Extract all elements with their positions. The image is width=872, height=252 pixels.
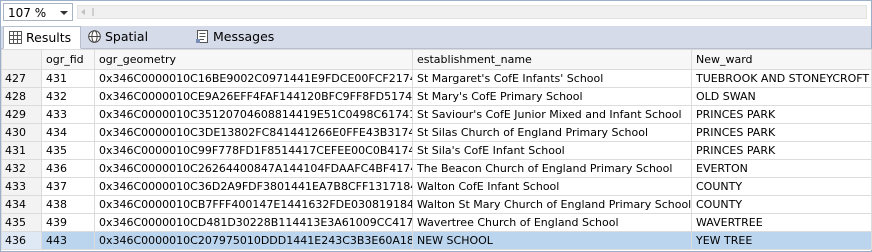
row-number[interactable]: 431	[1, 141, 42, 160]
table-row[interactable]: 427 431 0x346C0000010C16BE9002C0971441E9…	[1, 69, 872, 88]
tab-results-label: Results	[26, 30, 72, 45]
table-row[interactable]: 428 432 0x346C0000010CE9A26EFF4FAF144120…	[1, 87, 872, 106]
column-header-ogr-fid[interactable]: ogr_fid	[41, 49, 95, 70]
cell-new-ward[interactable]: PRINCES PARK	[691, 105, 872, 124]
zoom-value: 107 %	[8, 6, 47, 20]
tab-spatial-results[interactable]: Spatial results	[83, 26, 189, 66]
table-row[interactable]: 434 438 0x346C0000010CB7FFF400147E144163…	[1, 195, 872, 214]
row-number[interactable]: 429	[1, 105, 42, 124]
cell-ogr-geometry[interactable]: 0x346C0000010C16BE9002C0971441E9FDCE00FC…	[94, 69, 413, 88]
zoom-dropdown[interactable]: 107 %	[3, 3, 73, 21]
cell-new-ward[interactable]: COUNTY	[691, 177, 872, 196]
cell-ogr-fid[interactable]: 436	[41, 159, 95, 178]
table-row[interactable]: 431 435 0x346C0000010C99F778FD1F8514417C…	[1, 141, 872, 160]
cell-ogr-fid[interactable]: 434	[41, 123, 95, 142]
cell-ogr-fid[interactable]: 443	[41, 231, 95, 250]
cell-ogr-fid[interactable]: 432	[41, 87, 95, 106]
row-number-header[interactable]	[1, 49, 42, 70]
cell-new-ward[interactable]: YEW TREE	[691, 231, 872, 250]
cell-ogr-geometry[interactable]: 0x346C0000010CD481D30228B114413E3A61009C…	[94, 213, 413, 232]
table-row[interactable]: 430 434 0x346C0000010C3DE13802FC84144126…	[1, 123, 872, 142]
table-row[interactable]: 432 436 0x346C0000010C26264400847A144104…	[1, 159, 872, 178]
cell-ogr-geometry[interactable]: 0x346C0000010CE9A26EFF4FAF144120BFC9FF8F…	[94, 87, 413, 106]
cell-new-ward[interactable]: COUNTY	[691, 195, 872, 214]
results-grid: ogr_fid ogr_geometry establishment_name …	[1, 49, 872, 250]
messages-icon	[196, 30, 208, 43]
results-pane: 107 % Results Spatial results	[0, 0, 872, 252]
cell-establishment-name[interactable]: Walton CofE Infant School	[412, 177, 692, 196]
column-header-establishment-name[interactable]: establishment_name	[412, 49, 692, 70]
table-row[interactable]: 435 439 0x346C0000010CD481D30228B114413E…	[1, 213, 872, 232]
grid-icon	[9, 31, 22, 44]
cell-establishment-name[interactable]: Walton St Mary Church of England Primary…	[412, 195, 692, 214]
row-number[interactable]: 436	[1, 231, 42, 250]
cell-establishment-name[interactable]: St Sila's CofE Infant School	[412, 141, 692, 160]
row-number[interactable]: 434	[1, 195, 42, 214]
column-header-new-ward[interactable]: New_ward	[691, 49, 872, 70]
row-number[interactable]: 430	[1, 123, 42, 142]
tab-messages-label: Messages	[213, 29, 275, 44]
cell-ogr-geometry[interactable]: 0x346C0000010CB7FFF400147E1441632FDE0308…	[94, 195, 413, 214]
cell-ogr-geometry[interactable]: 0x346C0000010C35120704608814419E51C0498C…	[94, 105, 413, 124]
results-tab-strip: Results Spatial results Messages	[1, 26, 871, 66]
table-row[interactable]: 433 437 0x346C0000010C36D2A9FDF3801441EA…	[1, 177, 872, 196]
cell-ogr-geometry[interactable]: 0x346C0000010C3DE13802FC841441266E0FFE43…	[94, 123, 413, 142]
cell-new-ward[interactable]: EVERTON	[691, 159, 872, 178]
scrollbar-thumb[interactable]	[92, 8, 94, 16]
cell-ogr-fid[interactable]: 433	[41, 105, 95, 124]
cell-ogr-geometry[interactable]: 0x346C0000010C99F778FD1F8514417CEFEE00C0…	[94, 141, 413, 160]
row-number[interactable]: 428	[1, 87, 42, 106]
cell-ogr-geometry[interactable]: 0x346C0000010C26264400847A144104FDAAFC4B…	[94, 159, 413, 178]
row-number[interactable]: 433	[1, 177, 42, 196]
cell-establishment-name[interactable]: Wavertree Church of England School	[412, 213, 692, 232]
cell-ogr-geometry[interactable]: 0x346C0000010C207975010DDD1441E243C3B3E6…	[94, 231, 413, 250]
cell-establishment-name[interactable]: St Saviour's CofE Junior Mixed and Infan…	[412, 105, 692, 124]
cell-ogr-fid[interactable]: 439	[41, 213, 95, 232]
cell-establishment-name[interactable]: NEW SCHOOL	[412, 231, 692, 250]
cell-ogr-fid[interactable]: 437	[41, 177, 95, 196]
cell-ogr-fid[interactable]: 431	[41, 69, 95, 88]
cell-ogr-fid[interactable]: 435	[41, 141, 95, 160]
column-header-ogr-geometry[interactable]: ogr_geometry	[94, 49, 413, 70]
cell-new-ward[interactable]: PRINCES PARK	[691, 141, 872, 160]
cell-establishment-name[interactable]: St Mary's CofE Primary School	[412, 87, 692, 106]
cell-new-ward[interactable]: OLD SWAN	[691, 87, 872, 106]
cell-new-ward[interactable]: PRINCES PARK	[691, 123, 872, 142]
table-row[interactable]: 429 433 0x346C0000010C35120704608814419E…	[1, 105, 872, 124]
horizontal-scrollbar[interactable]	[77, 5, 867, 19]
grid-header-row: ogr_fid ogr_geometry establishment_name …	[1, 49, 872, 70]
zoom-bar: 107 %	[1, 1, 871, 25]
cell-ogr-fid[interactable]: 438	[41, 195, 95, 214]
table-row-selected[interactable]: 436 443 0x346C0000010C207975010DDD1441E2…	[1, 231, 872, 250]
tab-messages[interactable]: Messages	[191, 26, 277, 48]
chevron-down-icon[interactable]	[60, 11, 68, 15]
row-number[interactable]: 432	[1, 159, 42, 178]
tab-results[interactable]: Results	[3, 26, 81, 49]
cell-ogr-geometry[interactable]: 0x346C0000010C36D2A9FDF3801441EA7B8CFF13…	[94, 177, 413, 196]
cell-establishment-name[interactable]: St Silas Church of England Primary Schoo…	[412, 123, 692, 142]
globe-icon	[88, 30, 101, 43]
row-number[interactable]: 435	[1, 213, 42, 232]
scroll-left-icon[interactable]	[81, 9, 85, 15]
cell-new-ward[interactable]: TUEBROOK AND STONEYCROFT	[691, 69, 872, 88]
cell-establishment-name[interactable]: The Beacon Church of England Primary Sch…	[412, 159, 692, 178]
cell-establishment-name[interactable]: St Margaret's CofE Infants' School	[412, 69, 692, 88]
row-number[interactable]: 427	[1, 69, 42, 88]
cell-new-ward[interactable]: WAVERTREE	[691, 213, 872, 232]
